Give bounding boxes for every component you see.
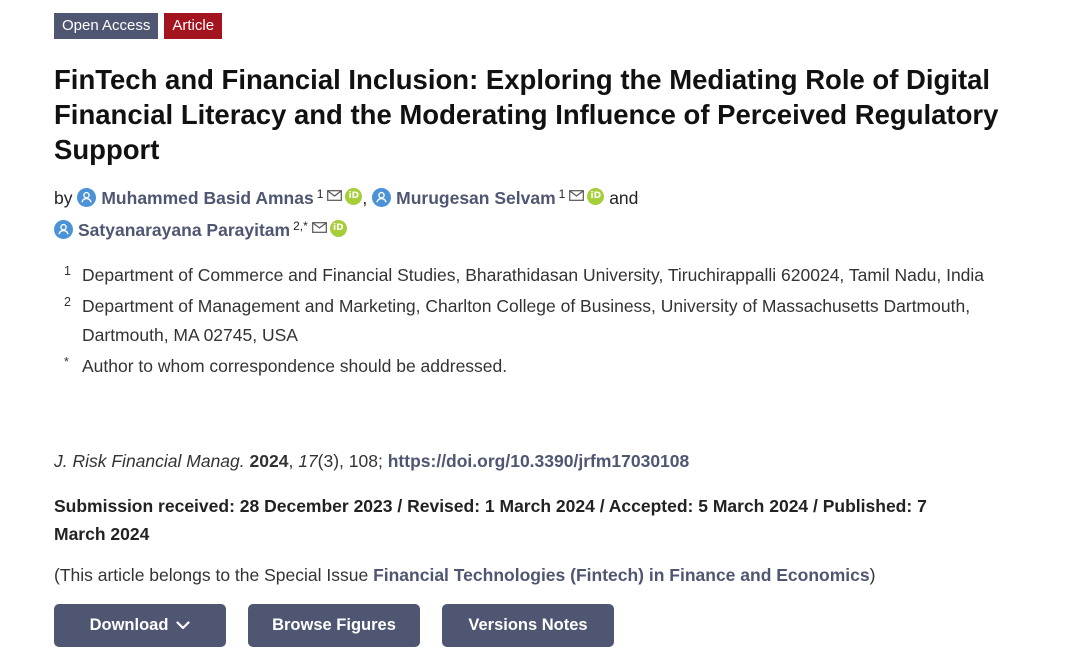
affiliation-number: 1 <box>64 264 71 278</box>
citation-comma: , <box>288 451 294 471</box>
citation-volume: 17 <box>298 451 318 471</box>
article-type-badge: Article <box>164 13 223 39</box>
citation-year: 2024 <box>249 451 289 471</box>
mail-icon[interactable] <box>311 222 327 233</box>
badge-group: Open Access Article <box>54 13 223 39</box>
download-button[interactable]: Download <box>54 604 226 647</box>
mail-icon[interactable] <box>569 190 585 201</box>
browse-figures-label: Browse Figures <box>272 616 396 634</box>
article-title: FinTech and Financial Inclusion: Explori… <box>54 64 999 165</box>
affiliation-marker: 1 <box>316 187 324 201</box>
affiliation-number: 2 <box>64 295 71 309</box>
special-issue-line: (This article belongs to the Special Iss… <box>54 564 875 586</box>
chevron-down-icon <box>176 621 191 630</box>
person-icon[interactable] <box>77 188 97 207</box>
affiliation-text: Department of Management and Marketing, … <box>82 296 971 345</box>
person-icon[interactable] <box>372 188 392 207</box>
author-1: Muhammed Basid Amnas 1 iD, <box>77 187 372 208</box>
orcid-icon[interactable]: iD <box>345 188 363 205</box>
download-label: Download <box>89 616 169 634</box>
author-name-link[interactable]: Murugesan Selvam <box>396 188 556 208</box>
by-label: by <box>54 188 73 208</box>
affiliation-text: Department of Commerce and Financial Stu… <box>82 265 985 285</box>
versions-notes-button[interactable]: Versions Notes <box>442 604 614 647</box>
author-separator: , <box>362 188 368 208</box>
affiliation-text: Author to whom correspondence should be … <box>82 356 508 376</box>
special-issue-link[interactable]: Financial Technologies (Fintech) in Fina… <box>373 565 870 585</box>
special-issue-suffix: ) <box>869 565 876 585</box>
versions-notes-label: Versions Notes <box>468 616 588 634</box>
affiliation-item: * Author to whom correspondence should b… <box>54 353 1039 381</box>
affiliation-item: 2 Department of Management and Marketing… <box>54 293 1039 350</box>
and-label: and <box>609 188 639 208</box>
affiliation-list: 1 Department of Commerce and Financial S… <box>54 262 1039 384</box>
person-icon[interactable] <box>54 220 73 239</box>
orcid-icon[interactable]: iD <box>587 188 605 205</box>
affiliation-marker: 1 <box>558 187 566 201</box>
author-list: by Muhammed Basid Amnas 1 iD, Murugesan Se… <box>54 180 1039 244</box>
author-3: Satyanarayana Parayitam 2,* iD <box>54 219 347 240</box>
journal-name: J. Risk Financial Manag. <box>54 451 245 471</box>
action-buttons: Download Browse Figures Versions Notes <box>54 604 614 647</box>
mail-icon[interactable] <box>327 190 343 201</box>
affiliation-marker: 2,* <box>293 219 308 233</box>
orcid-icon[interactable]: iD <box>329 220 347 237</box>
author-name-link[interactable]: Satyanarayana Parayitam <box>78 220 290 240</box>
citation-issue-pages: (3), 108; <box>317 451 383 471</box>
affiliation-item: 1 Department of Commerce and Financial S… <box>54 262 1039 290</box>
affiliation-number: * <box>64 355 69 369</box>
publication-dates: Submission received: 28 December 2023 / … <box>54 496 927 544</box>
doi-link[interactable]: https://doi.org/10.3390/jrfm17030108 <box>388 451 690 471</box>
open-access-badge[interactable]: Open Access <box>54 13 159 39</box>
author-name-link[interactable]: Muhammed Basid Amnas <box>101 188 313 208</box>
author-2: Murugesan Selvam 1 iD <box>372 187 609 208</box>
browse-figures-button[interactable]: Browse Figures <box>248 604 420 647</box>
citation-line: J. Risk Financial Manag. 2024, 17(3), 10… <box>54 450 689 472</box>
article-header: Open Access Article FinTech and Financia… <box>0 0 1080 659</box>
special-issue-prefix: (This article belongs to the Special Iss… <box>54 565 374 585</box>
